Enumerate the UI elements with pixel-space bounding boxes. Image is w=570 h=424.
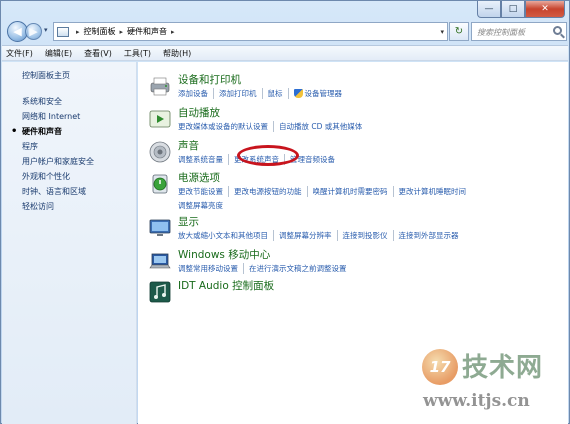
category-title[interactable]: 电源选项 (178, 170, 220, 185)
link-connect-projector[interactable]: 连接到投影仪 (343, 230, 394, 241)
link-power-button-function[interactable]: 更改电源按钮的功能 (234, 186, 308, 197)
menu-view[interactable]: 查看(V) (84, 48, 112, 59)
breadcrumb-separator[interactable]: ▸ (120, 28, 124, 36)
recent-pages-dropdown[interactable]: ▾ (44, 26, 48, 34)
sidebar: 控制面板主页 系统和安全 网络和 Internet 硬件和声音 程序 用户帐户和… (2, 62, 137, 424)
link-device-manager-label: 设备管理器 (304, 89, 343, 98)
link-connect-external-display[interactable]: 连接到外部显示器 (399, 230, 464, 241)
search-placeholder: 搜索控制面板 (477, 28, 525, 37)
printer-icon[interactable] (148, 74, 172, 98)
link-presentation-settings[interactable]: 在进行演示文稿之前调整设置 (249, 263, 352, 274)
search-icon[interactable] (553, 26, 562, 35)
breadcrumb-separator[interactable]: ▸ (76, 28, 80, 36)
category-links: 更改媒体或设备的默认设置 自动播放 CD 或其他媒体 (178, 121, 372, 132)
window-controls: — □ ✕ (477, 1, 565, 19)
refresh-button[interactable]: ↻ (449, 22, 469, 41)
navigation-bar: ◀ ▶ ▾ ▸ 控制面板 ▸ 硬件和声音 ▸ ▾ ↻ 搜索控制面板 (5, 21, 567, 43)
menu-help[interactable]: 帮助(H) (163, 48, 191, 59)
category-title[interactable]: 自动播放 (178, 105, 220, 120)
category-links: 调整常用移动设置 在进行演示文稿之前调整设置 (178, 263, 357, 274)
search-input[interactable]: 搜索控制面板 (471, 22, 567, 41)
maximize-button[interactable]: □ (501, 1, 525, 18)
category-links: 添加设备 添加打印机 鼠标 设备管理器 (178, 88, 352, 99)
control-panel-window: — □ ✕ ◀ ▶ ▾ ▸ 控制面板 ▸ 硬件和声音 ▸ ▾ ↻ 搜索控制面板 … (0, 0, 570, 424)
display-icon[interactable] (148, 216, 172, 240)
link-change-sleep-time[interactable]: 更改计算机睡眠时间 (399, 186, 472, 197)
laptop-icon[interactable] (148, 249, 172, 273)
sidebar-home-link[interactable]: 控制面板主页 (22, 70, 136, 81)
category-links-row2: 调整屏幕亮度 (178, 200, 233, 211)
link-adjust-brightness[interactable]: 调整屏幕亮度 (178, 200, 228, 211)
category-links: 放大或缩小文本和其他项目 调整屏幕分辨率 连接到投影仪 连接到外部显示器 (178, 230, 469, 241)
link-screen-resolution[interactable]: 调整屏幕分辨率 (279, 230, 338, 241)
sidebar-item-system-security[interactable]: 系统和安全 (22, 94, 136, 109)
minimize-button[interactable]: — (477, 1, 501, 18)
link-mouse[interactable]: 鼠标 (268, 88, 289, 99)
link-require-password-wake[interactable]: 唤醒计算机时需要密码 (313, 186, 394, 197)
menu-bar: 文件(F) 编辑(E) 查看(V) 工具(T) 帮助(H) (2, 45, 568, 61)
link-text-size[interactable]: 放大或缩小文本和其他项目 (178, 230, 274, 241)
category-title[interactable]: Windows 移动中心 (178, 247, 270, 262)
link-adjust-volume[interactable]: 调整系统音量 (178, 154, 229, 165)
watermark-brand: 技术网 (462, 353, 544, 383)
power-icon[interactable] (148, 172, 172, 196)
idt-audio-icon[interactable] (148, 280, 172, 304)
link-change-media-defaults[interactable]: 更改媒体或设备的默认设置 (178, 121, 274, 132)
highlight-circle (237, 145, 299, 166)
sidebar-item-clock-region[interactable]: 时钟、语言和区域 (22, 184, 136, 199)
forward-button[interactable]: ▶ (25, 23, 42, 40)
sidebar-item-user-accounts[interactable]: 用户帐户和家庭安全 (22, 154, 136, 169)
menu-edit[interactable]: 编辑(E) (45, 48, 72, 59)
menu-file[interactable]: 文件(F) (6, 48, 33, 59)
sidebar-item-ease-of-access[interactable]: 轻松访问 (22, 199, 136, 214)
sidebar-item-network[interactable]: 网络和 Internet (22, 109, 136, 124)
sidebar-item-hardware-sound[interactable]: 硬件和声音 (11, 124, 136, 139)
link-device-manager[interactable]: 设备管理器 (293, 88, 348, 99)
category-title[interactable]: IDT Audio 控制面板 (178, 278, 274, 293)
autoplay-icon[interactable] (148, 107, 172, 131)
link-add-printer[interactable]: 添加打印机 (219, 88, 263, 99)
category-links: 更改节能设置 更改电源按钮的功能 唤醒计算机时需要密码 更改计算机睡眠时间 (178, 186, 476, 197)
watermark: 17 技术网 www.itjs.cn (417, 341, 567, 421)
category-title[interactable]: 声音 (178, 138, 199, 153)
address-bar[interactable]: ▸ 控制面板 ▸ 硬件和声音 ▸ ▾ (53, 22, 448, 41)
breadcrumb-hardware-sound[interactable]: 硬件和声音 (127, 26, 167, 37)
menu-tools[interactable]: 工具(T) (124, 48, 151, 59)
link-add-device[interactable]: 添加设备 (178, 88, 214, 99)
speaker-icon[interactable] (148, 140, 172, 164)
sidebar-item-programs[interactable]: 程序 (22, 139, 136, 154)
control-panel-icon (57, 26, 69, 37)
address-dropdown-icon[interactable]: ▾ (440, 28, 444, 36)
watermark-url: www.itjs.cn (423, 391, 530, 411)
category-title[interactable]: 设备和打印机 (178, 72, 241, 87)
link-autoplay-cd[interactable]: 自动播放 CD 或其他媒体 (279, 121, 367, 132)
category-title[interactable]: 显示 (178, 214, 199, 229)
link-change-power-saving[interactable]: 更改节能设置 (178, 186, 229, 197)
link-mobility-settings[interactable]: 调整常用移动设置 (178, 263, 244, 274)
uac-shield-icon (293, 89, 303, 98)
watermark-logo: 17 (422, 349, 458, 385)
breadcrumb-separator[interactable]: ▸ (171, 28, 175, 36)
sidebar-item-appearance[interactable]: 外观和个性化 (22, 169, 136, 184)
breadcrumb-control-panel[interactable]: 控制面板 (84, 26, 116, 37)
close-button[interactable]: ✕ (525, 1, 565, 18)
